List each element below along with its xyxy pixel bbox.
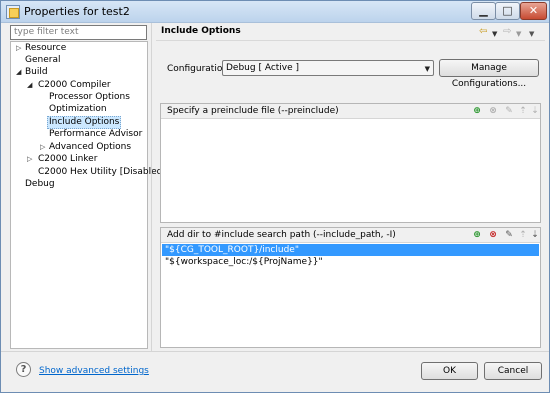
collapse-arrow-icon[interactable]: ◢ bbox=[27, 79, 32, 92]
edit-icon[interactable]: ✎ bbox=[503, 105, 515, 117]
property-tree: ▷ Resource General ◢ Build ◢ C2000 Compi… bbox=[10, 41, 166, 349]
window-title: Properties for test2 bbox=[24, 5, 130, 18]
include-path-header: Add dir to #include search path (--inclu… bbox=[161, 228, 540, 243]
title-bar: Properties for test2 ▁ □ ✕ bbox=[1, 1, 549, 23]
delete-icon[interactable]: ⊗ bbox=[487, 105, 499, 117]
delete-icon[interactable]: ⊗ bbox=[487, 229, 499, 241]
manage-configurations-button[interactable]: Manage Configurations... bbox=[439, 59, 539, 89]
configuration-value: Debug [ Active ] bbox=[226, 63, 300, 73]
tree-item-build[interactable]: Build bbox=[25, 66, 48, 79]
show-advanced-settings-link[interactable]: Show advanced settings bbox=[39, 366, 149, 376]
filter-input[interactable]: type filter text bbox=[10, 25, 147, 40]
collapse-arrow-icon[interactable]: ◢ bbox=[16, 66, 21, 79]
forward-dropdown-icon[interactable]: ▼ bbox=[516, 28, 521, 40]
maximize-button[interactable]: □ bbox=[495, 2, 520, 20]
panel-divider[interactable] bbox=[151, 23, 152, 351]
close-icon: ✕ bbox=[528, 4, 539, 17]
cancel-button[interactable]: Cancel bbox=[484, 362, 542, 380]
tree-item-debug[interactable]: Debug bbox=[25, 178, 55, 191]
chevron-down-icon: ▼ bbox=[424, 65, 430, 73]
maximize-icon: □ bbox=[502, 4, 513, 17]
include-path-label: Add dir to #include search path (--inclu… bbox=[167, 230, 396, 240]
footer-divider bbox=[1, 351, 549, 352]
back-arrow-icon[interactable]: ⇦ bbox=[479, 26, 487, 38]
configuration-select[interactable]: Debug [ Active ] ▼ bbox=[222, 60, 434, 76]
app-icon bbox=[6, 5, 20, 19]
view-menu-icon[interactable]: ▼ bbox=[529, 28, 534, 40]
preinclude-header: Specify a preinclude file (--preinclude)… bbox=[161, 104, 540, 119]
tree-item-c2000-linker[interactable]: C2000 Linker bbox=[38, 153, 97, 166]
page-title: Include Options bbox=[161, 26, 241, 36]
properties-dialog: Properties for test2 ▁ □ ✕ type filter t… bbox=[0, 0, 550, 393]
minimize-icon: ▁ bbox=[479, 4, 488, 17]
edit-icon[interactable]: ✎ bbox=[503, 229, 515, 241]
preinclude-label: Specify a preinclude file (--preinclude) bbox=[167, 106, 339, 116]
include-path-list[interactable]: Add dir to #include search path (--inclu… bbox=[160, 227, 541, 348]
list-item[interactable]: "${CG_TOOL_ROOT}/include" bbox=[162, 244, 539, 256]
add-icon[interactable]: ⊕ bbox=[471, 105, 483, 117]
move-down-icon[interactable]: ⇣ bbox=[529, 105, 541, 117]
page-header: Include Options ⇦ ▼ ⇨ ▼ ▼ bbox=[156, 23, 545, 41]
add-icon[interactable]: ⊕ bbox=[471, 229, 483, 241]
tree-item-optimization[interactable]: Optimization bbox=[49, 103, 107, 116]
tree-item-c2000-hex-utility[interactable]: C2000 Hex Utility [Disabled] bbox=[38, 166, 166, 179]
forward-arrow-icon[interactable]: ⇨ bbox=[503, 26, 511, 38]
move-down-icon[interactable]: ⇣ bbox=[529, 229, 541, 241]
expand-arrow-icon[interactable]: ▷ bbox=[16, 42, 21, 55]
ok-button[interactable]: OK bbox=[421, 362, 478, 380]
preinclude-list[interactable]: Specify a preinclude file (--preinclude)… bbox=[160, 103, 541, 223]
close-button[interactable]: ✕ bbox=[520, 2, 547, 20]
move-up-icon[interactable]: ⇡ bbox=[517, 229, 529, 241]
minimize-button[interactable]: ▁ bbox=[471, 2, 496, 20]
list-item[interactable]: "${workspace_loc:/${ProjName}}" bbox=[162, 256, 539, 268]
help-icon[interactable]: ? bbox=[16, 362, 31, 377]
move-up-icon[interactable]: ⇡ bbox=[517, 105, 529, 117]
tree-item-performance-advisor[interactable]: Performance Advisor bbox=[49, 128, 142, 141]
back-dropdown-icon[interactable]: ▼ bbox=[492, 28, 497, 40]
expand-arrow-icon[interactable]: ▷ bbox=[27, 153, 32, 166]
